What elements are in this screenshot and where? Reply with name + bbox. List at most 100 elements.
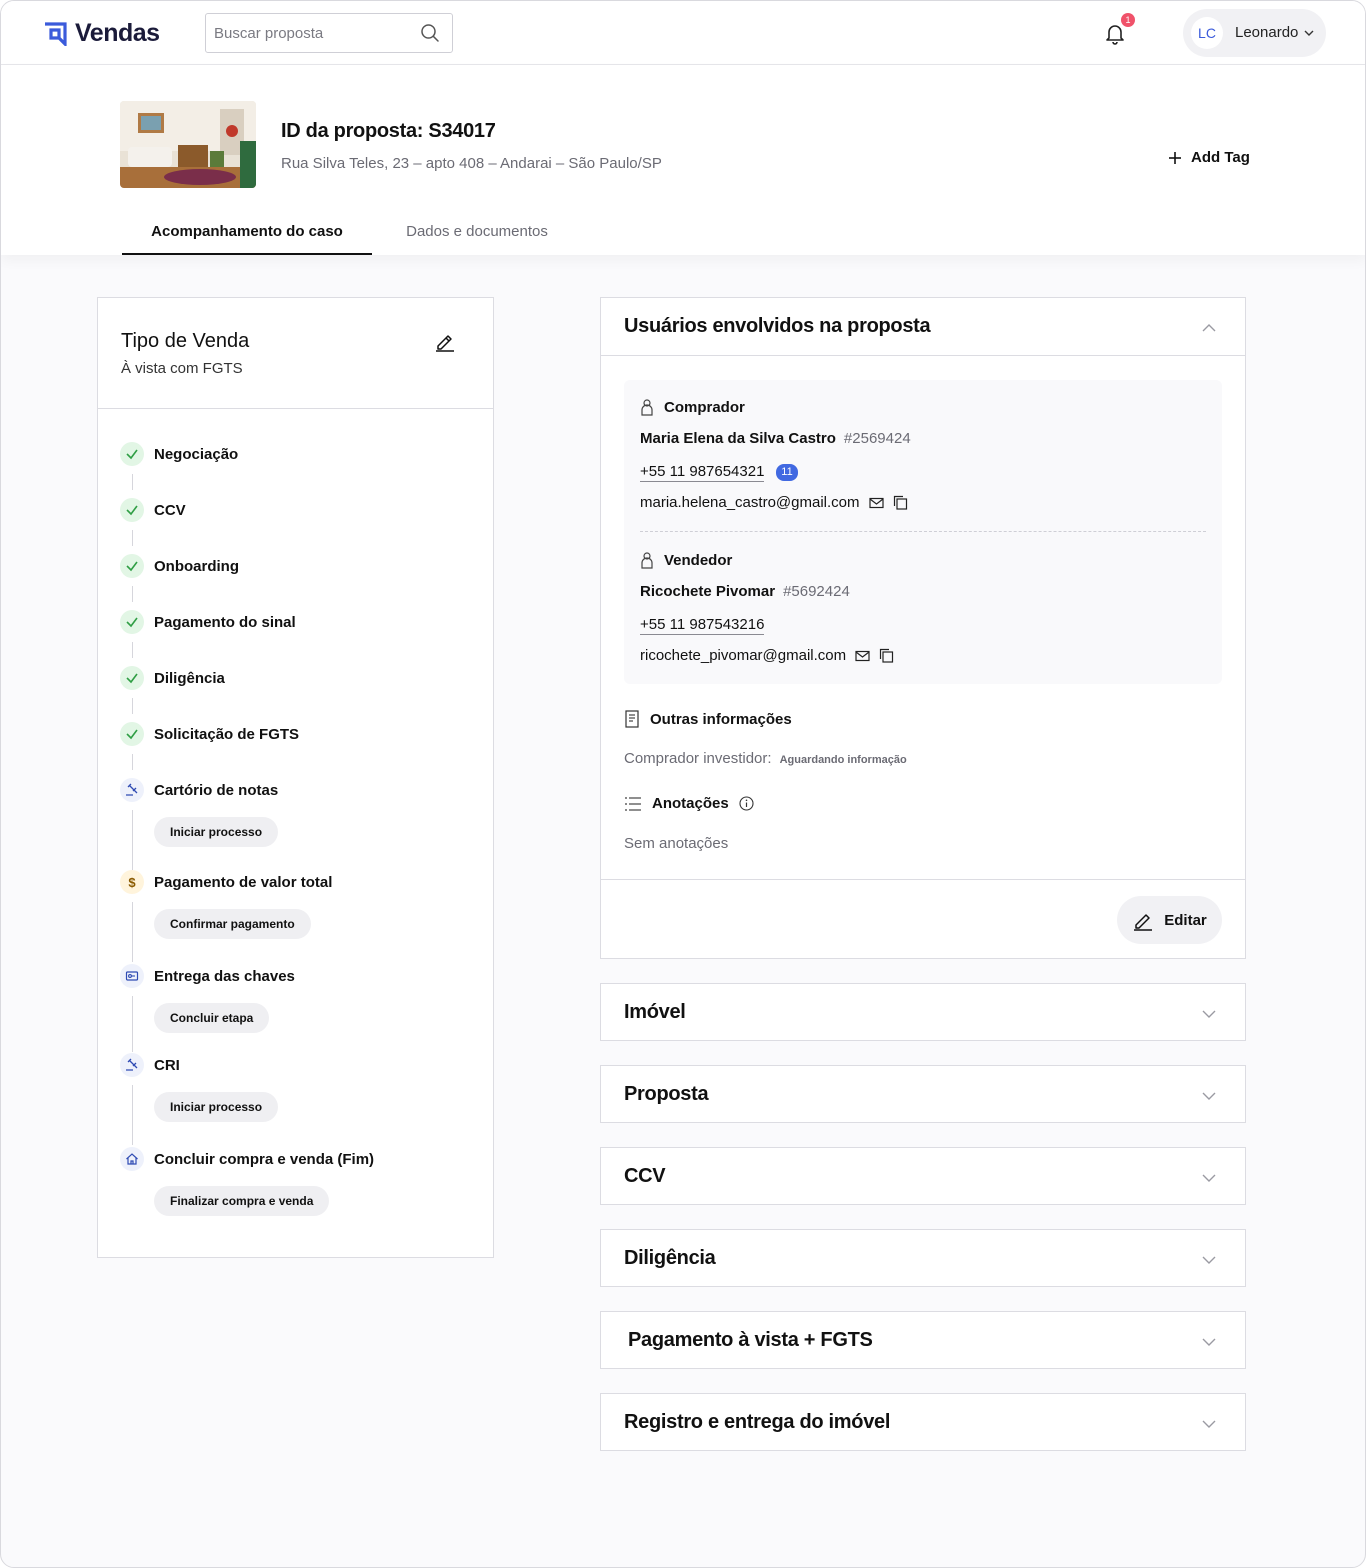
- step-pagamento-sinal: Pagamento do sinal: [120, 610, 296, 634]
- accordion-title: Registro e entrega do imóvel: [624, 1411, 891, 1433]
- tab-acompanhamento[interactable]: Acompanhamento do caso: [122, 213, 372, 255]
- tab-dados-documentos[interactable]: Dados e documentos: [372, 213, 582, 255]
- check-icon: [120, 554, 144, 578]
- pencil-icon: [1134, 914, 1153, 931]
- accordion-title: Proposta: [624, 1083, 709, 1105]
- timeline-line: [132, 1085, 133, 1145]
- key-icon: [120, 964, 144, 988]
- edit-button[interactable]: Editar: [1117, 896, 1222, 944]
- notes-empty: Sem anotações: [624, 835, 729, 852]
- step-diligencia: Diligência: [120, 666, 225, 690]
- search-icon[interactable]: [420, 23, 440, 43]
- seller-role: Vendedor: [640, 551, 732, 569]
- investor-value: Aguardando informação: [779, 754, 907, 766]
- pencil-icon[interactable]: [434, 330, 456, 352]
- timeline-line: [132, 586, 133, 602]
- accordion-registro-entrega[interactable]: Registro e entrega do imóvel: [600, 1393, 1246, 1451]
- seller-name: Ricochete Pivomar #5692424: [640, 583, 850, 600]
- chevron-up-icon[interactable]: [1201, 320, 1217, 336]
- email-text: maria.helena_castro@gmail.com: [640, 494, 860, 511]
- search-box: [205, 13, 453, 53]
- buyer-name: Maria Elena da Silva Castro #2569424: [640, 430, 911, 447]
- iniciar-processo-cri-button[interactable]: Iniciar processo: [154, 1092, 279, 1122]
- edit-label: Editar: [1164, 911, 1207, 929]
- person-name: Maria Elena da Silva Castro: [640, 430, 836, 447]
- users-card-title: Usuários envolvidos na proposta: [624, 315, 931, 337]
- copy-icon[interactable]: [879, 648, 894, 663]
- seller-phone[interactable]: +55 11 987543216: [640, 616, 765, 635]
- step-ccv: CCV: [120, 498, 186, 522]
- tab-label: Acompanhamento do caso: [151, 223, 343, 240]
- step-pagamento-valor-total: $ Pagamento de valor total: [120, 870, 332, 894]
- step-label: Negociação: [154, 445, 239, 463]
- other-info-title: Outras informações: [650, 710, 792, 728]
- step-label: Pagamento de valor total: [154, 873, 333, 891]
- accordion-diligencia[interactable]: Diligência: [600, 1229, 1246, 1287]
- search-input[interactable]: [206, 14, 406, 52]
- timeline-line: [132, 474, 133, 490]
- confirmar-pagamento-button[interactable]: Confirmar pagamento: [154, 909, 311, 939]
- step-solicitacao-fgts: Solicitação de FGTS: [120, 722, 299, 746]
- notification-badge: 1: [1121, 13, 1135, 27]
- timeline-line: [132, 810, 133, 870]
- buyer-email: maria.helena_castro@gmail.com: [640, 494, 908, 511]
- step-concluir-compra-venda: Concluir compra e venda (Fim): [120, 1147, 374, 1171]
- top-navbar: Vendas 1 LC Leonardo: [1, 1, 1365, 65]
- step-label: CCV: [154, 501, 186, 519]
- finalizar-compra-venda-button[interactable]: Finalizar compra e venda: [154, 1186, 330, 1216]
- users-card-footer: Editar: [601, 879, 1245, 958]
- iniciar-processo-button[interactable]: Iniciar processo: [154, 817, 279, 847]
- step-cartorio-notas: Cartório de notas: [120, 778, 278, 802]
- tab-label: Dados e documentos: [406, 223, 548, 240]
- app-window: Vendas 1 LC Leonardo: [0, 0, 1366, 1568]
- step-label: Onboarding: [154, 557, 239, 575]
- step-label: Pagamento do sinal: [154, 613, 296, 631]
- chevron-down-icon: [1202, 1420, 1216, 1428]
- accordion-ccv[interactable]: CCV: [600, 1147, 1246, 1205]
- chevron-down-icon: [1304, 30, 1314, 36]
- plus-icon: [1169, 151, 1181, 164]
- check-icon: [120, 722, 144, 746]
- accordion-imovel[interactable]: Imóvel: [600, 983, 1246, 1041]
- divider: [640, 531, 1206, 532]
- people-box: Comprador Maria Elena da Silva Castro #25…: [624, 380, 1222, 684]
- logo-icon: [45, 21, 67, 46]
- concluir-etapa-button[interactable]: Concluir etapa: [154, 1003, 270, 1033]
- gavel-icon: [120, 1053, 144, 1077]
- sale-progress-panel: Tipo de Venda À vista com FGTS Negociaçã…: [97, 297, 494, 1258]
- buyer-role: Comprador: [640, 398, 745, 416]
- chevron-down-icon: [1202, 1010, 1216, 1018]
- person-id: #5692424: [783, 583, 850, 600]
- info-icon[interactable]: [739, 796, 754, 811]
- check-icon: [120, 610, 144, 634]
- mail-icon[interactable]: [855, 650, 870, 662]
- users-card-header[interactable]: Usuários envolvidos na proposta: [601, 298, 1245, 356]
- person-icon: [641, 399, 653, 416]
- mail-icon[interactable]: [868, 497, 884, 509]
- logo[interactable]: Vendas: [43, 19, 160, 48]
- accordion-pagamento-fgts[interactable]: Pagamento à vista + FGTS: [600, 1311, 1246, 1369]
- investor-row: Comprador investidor: Aguardando informa…: [624, 750, 907, 767]
- accordion-proposta[interactable]: Proposta: [600, 1065, 1246, 1123]
- accordion-title: Diligência: [624, 1247, 716, 1269]
- step-label: Diligência: [154, 669, 225, 687]
- list-icon: [625, 796, 641, 811]
- check-icon: [120, 498, 144, 522]
- avatar: LC: [1191, 17, 1223, 49]
- role-label: Vendedor: [664, 551, 733, 569]
- check-icon: [120, 442, 144, 466]
- add-tag-button[interactable]: Add Tag: [1167, 149, 1250, 166]
- proposal-header: ID da proposta: S34017 Rua Silva Teles, …: [1, 65, 1365, 255]
- step-label: Concluir compra e venda (Fim): [154, 1150, 375, 1168]
- person-icon: [641, 552, 653, 569]
- buyer-phone[interactable]: +55 11 987654321: [640, 463, 765, 482]
- timeline-line: [132, 754, 133, 770]
- timeline-line: [132, 642, 133, 658]
- user-menu[interactable]: LC Leonardo: [1183, 9, 1326, 57]
- copy-icon[interactable]: [893, 495, 908, 510]
- other-info-header: Outras informações: [624, 710, 792, 728]
- proposal-id: ID da proposta: S34017: [281, 120, 496, 142]
- step-entrega-chaves: Entrega das chaves: [120, 964, 295, 988]
- investor-label: Comprador investidor:: [624, 750, 772, 767]
- chevron-down-icon: [1202, 1256, 1216, 1264]
